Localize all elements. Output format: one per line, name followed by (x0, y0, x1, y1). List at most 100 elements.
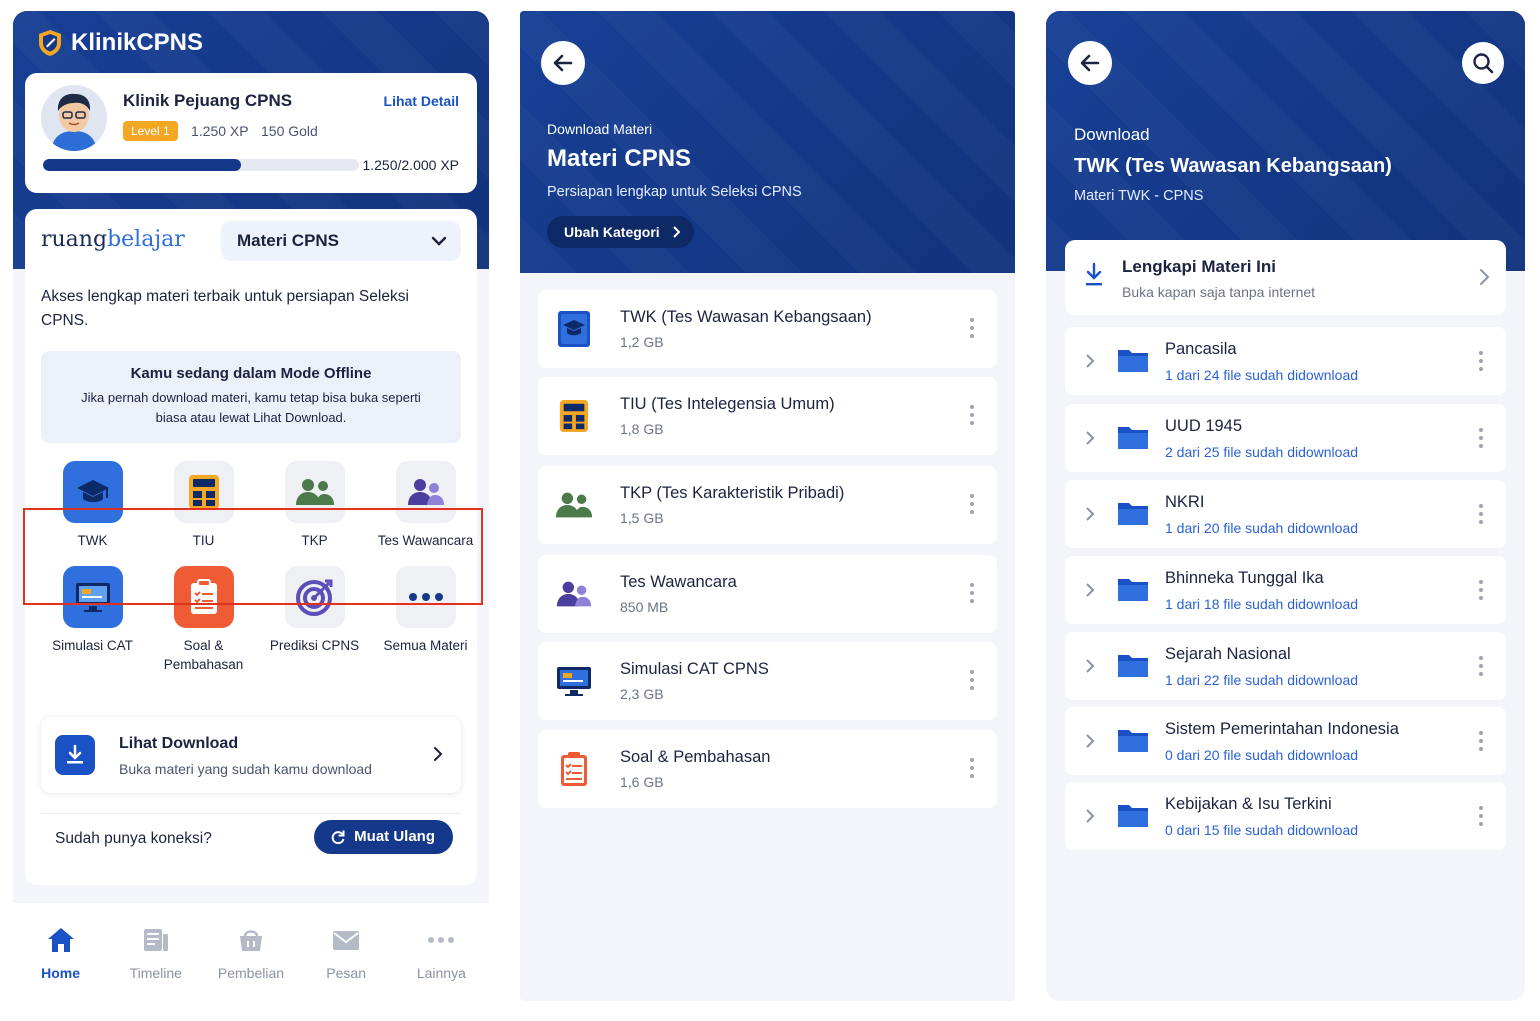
ubah-kategori-button[interactable]: Ubah Kategori (547, 216, 694, 248)
lengkapi-title: Lengkapi Materi Ini (1122, 257, 1276, 276)
kebab-menu-icon[interactable] (1478, 656, 1484, 678)
materi-item-tkp[interactable]: TKP (Tes Karakteristik Pribadi) 1,5 GB (538, 466, 997, 544)
refresh-icon (331, 830, 345, 845)
materi-title: Soal & Pembahasan (620, 748, 771, 766)
materi-item-tes-wawancara[interactable]: Tes Wawancara 850 MB (538, 555, 997, 633)
more-icon (425, 925, 457, 955)
materi-title: Simulasi CAT CPNS (620, 660, 769, 678)
folder-icon (1118, 350, 1148, 372)
chevron-right-icon[interactable] (1085, 431, 1095, 445)
chevron-right-icon[interactable] (1085, 507, 1095, 521)
tile-label: Soal & Pembahasan (163, 638, 244, 672)
download-icon (55, 735, 95, 775)
basket-icon (235, 925, 267, 955)
tab-label: Pesan (326, 965, 366, 981)
folder-row[interactable]: Sejarah Nasional 1 dari 22 file sudah di… (1065, 632, 1506, 700)
folder-row[interactable]: Sistem Pemerintahan Indonesia 0 dari 20 … (1065, 707, 1506, 775)
back-button[interactable] (1068, 41, 1112, 85)
kebab-menu-icon[interactable] (1478, 351, 1484, 373)
kebab-menu-icon[interactable] (969, 318, 975, 340)
tab-pembelian[interactable]: Pembelian (207, 925, 295, 1001)
materi-item-simulasi-cat[interactable]: Simulasi CAT CPNS 2,3 GB (538, 642, 997, 720)
materi-size: 850 MB (620, 599, 669, 615)
kebab-menu-icon[interactable] (969, 405, 975, 427)
search-button[interactable] (1462, 42, 1504, 84)
graduation-book-icon (554, 308, 594, 350)
materi-item-soal-pembahasan[interactable]: Soal & Pembahasan 1,6 GB (538, 730, 997, 808)
download-icon (1086, 262, 1102, 286)
header-eyebrow: Download Materi (547, 121, 653, 137)
materi-size: 2,3 GB (620, 686, 664, 702)
category-dropdown-value: Materi CPNS (237, 231, 340, 250)
category-dropdown[interactable]: Materi CPNS (221, 221, 461, 261)
lihat-download-card[interactable]: Lihat Download Buka materi yang sudah ka… (41, 717, 461, 793)
kebab-menu-icon[interactable] (969, 494, 975, 516)
chevron-right-icon[interactable] (1085, 583, 1095, 597)
kebab-menu-icon[interactable] (1478, 731, 1484, 753)
page-title: TWK (Tes Wawasan Kebangsaan) (1074, 155, 1392, 177)
search-icon (1473, 53, 1494, 74)
materi-item-twk[interactable]: TWK (Tes Wawasan Kebangsaan) 1,2 GB (538, 290, 997, 368)
back-button[interactable] (541, 41, 585, 85)
chevron-right-icon[interactable] (1085, 734, 1095, 748)
chevron-down-icon (431, 236, 447, 246)
tab-pesan[interactable]: Pesan (302, 925, 390, 1001)
folder-icon (1118, 579, 1148, 601)
folder-icon (1118, 503, 1148, 525)
chevron-right-icon (1480, 269, 1490, 285)
folder-row[interactable]: UUD 1945 2 dari 25 file sudah didownload (1065, 404, 1506, 472)
arrow-left-icon (553, 54, 573, 72)
kebab-menu-icon[interactable] (1478, 428, 1484, 450)
home-icon (45, 925, 77, 955)
kebab-menu-icon[interactable] (1478, 504, 1484, 526)
folder-title: Kebijakan & Isu Terkini (1165, 795, 1332, 813)
chevron-right-icon[interactable] (1085, 354, 1095, 368)
logo-part-a: ruang (41, 227, 108, 252)
chevron-right-icon (434, 747, 443, 761)
tab-home[interactable]: Home (17, 925, 105, 1001)
materi-title: TWK (Tes Wawasan Kebangsaan) (620, 308, 872, 326)
folder-row[interactable]: Kebijakan & Isu Terkini 0 dari 15 file s… (1065, 782, 1506, 850)
folder-status: 1 dari 20 file sudah didownload (1165, 520, 1359, 536)
lihat-download-subtitle: Buka materi yang sudah kamu download (119, 761, 372, 777)
kebab-menu-icon[interactable] (969, 758, 975, 780)
avatar (41, 85, 107, 151)
monitor-icon (554, 660, 594, 702)
calculator-icon (554, 395, 594, 437)
download-twk-screen: Download TWK (Tes Wawasan Kebangsaan) Ma… (1046, 11, 1525, 1001)
muat-ulang-button[interactable]: Muat Ulang (314, 820, 453, 854)
folder-title: Sejarah Nasional (1165, 645, 1291, 663)
clipboard-icon (554, 748, 594, 790)
page-title: Materi CPNS (547, 145, 692, 172)
materi-item-tiu[interactable]: TIU (Tes Intelegensia Umum) 1,8 GB (538, 377, 997, 455)
ruangbelajar-description: Akses lengkap materi terbaik untuk persi… (41, 288, 409, 329)
page-subtitle: Persiapan lengkap untuk Seleksi CPNS (547, 184, 802, 200)
tile-label: Simulasi CAT (52, 638, 133, 653)
tab-lainnya[interactable]: Lainnya (397, 925, 485, 1001)
tab-timeline[interactable]: Timeline (112, 925, 200, 1001)
chevron-right-icon[interactable] (1085, 809, 1095, 823)
kebab-menu-icon[interactable] (969, 583, 975, 605)
folder-row[interactable]: NKRI 1 dari 20 file sudah didownload (1065, 480, 1506, 548)
kebab-menu-icon[interactable] (1478, 806, 1484, 828)
lengkapi-materi-card[interactable]: Lengkapi Materi Ini Buka kapan saja tanp… (1065, 240, 1506, 315)
avatar-illustration-icon (41, 85, 107, 151)
chevron-right-icon (672, 226, 680, 238)
header-eyebrow: Download (1074, 125, 1150, 144)
kebab-menu-icon[interactable] (969, 670, 975, 692)
xp-progress-text: 1.250/2.000 XP (362, 157, 459, 173)
app-logo: KlinikCPNS (37, 29, 203, 57)
folder-icon (1118, 655, 1148, 677)
profile-name: Klinik Pejuang CPNS (123, 91, 293, 110)
chevron-right-icon[interactable] (1085, 659, 1095, 673)
folder-row[interactable]: Pancasila 1 dari 24 file sudah didownloa… (1065, 327, 1506, 395)
folder-row[interactable]: Bhinneka Tunggal Ika 1 dari 18 file suda… (1065, 556, 1506, 624)
lihat-detail-link[interactable]: Lihat Detail (384, 93, 459, 109)
shield-logo-icon (39, 30, 61, 56)
kebab-menu-icon[interactable] (1478, 580, 1484, 602)
folder-status: 0 dari 15 file sudah didownload (1165, 822, 1359, 838)
lengkapi-subtitle: Buka kapan saja tanpa internet (1122, 284, 1316, 300)
connection-question: Sudah punya koneksi? (55, 830, 212, 847)
highlight-outline (23, 508, 483, 605)
folder-status: 0 dari 20 file sudah didownload (1165, 747, 1359, 763)
